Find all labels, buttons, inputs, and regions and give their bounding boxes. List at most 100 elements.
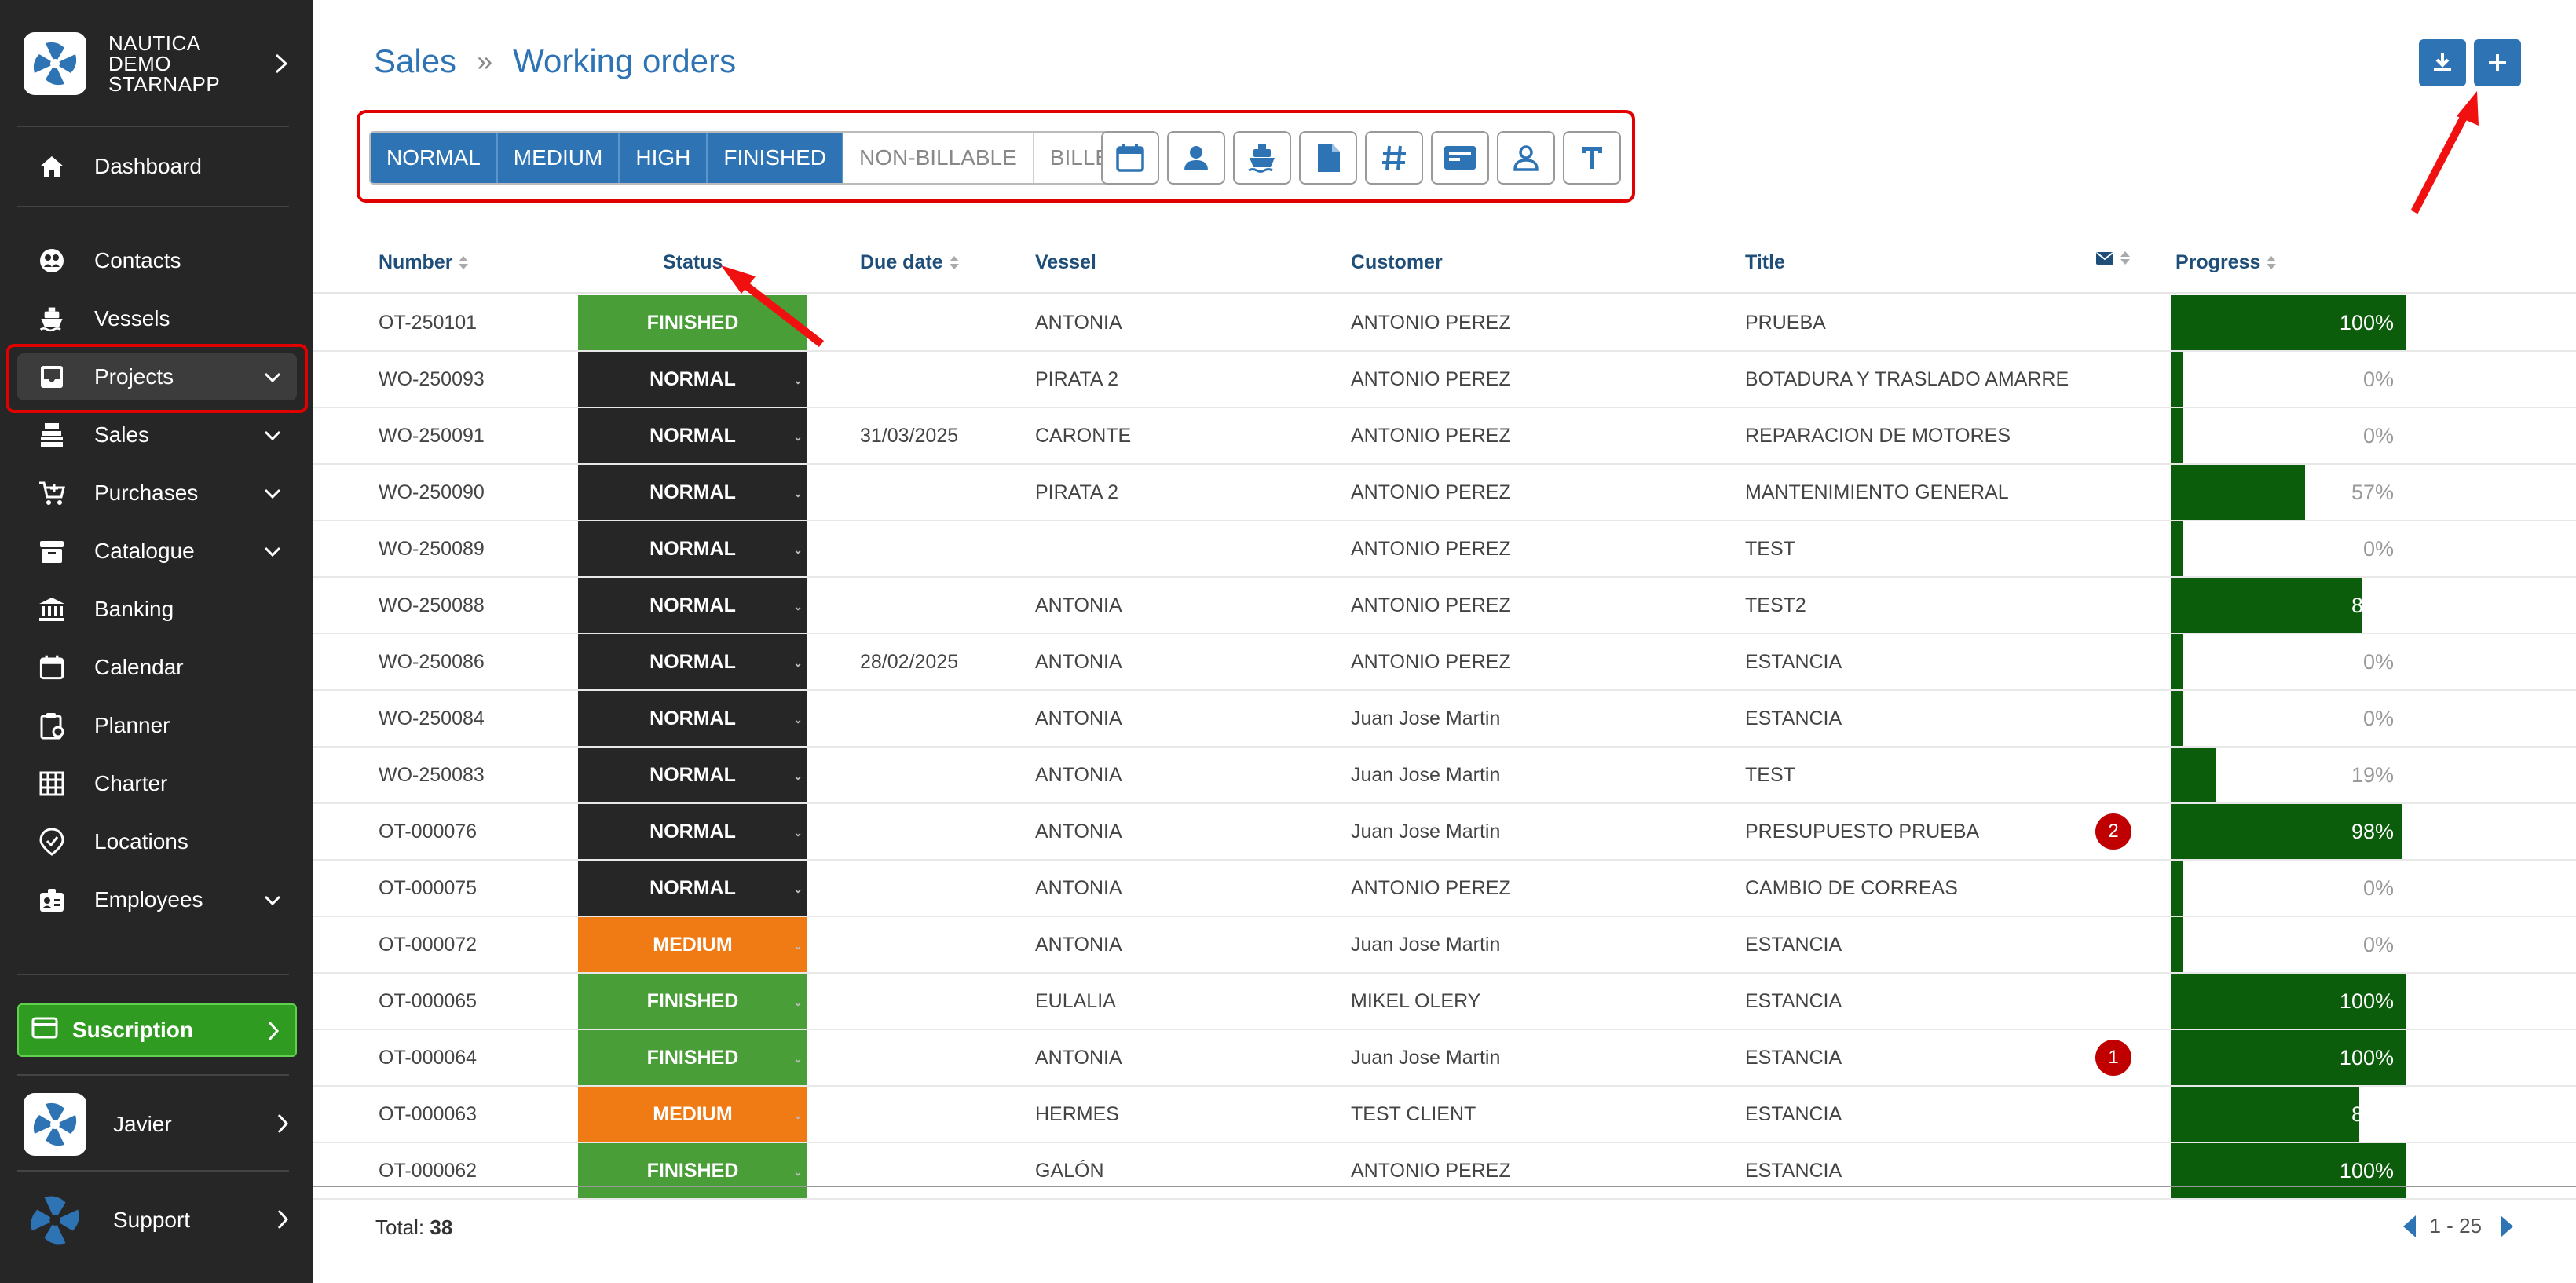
column-number[interactable]: Number — [379, 251, 469, 274]
table-row[interactable]: OT-000076 NORMAL ⌄ ANTONIA Juan Jose Martin P… — [313, 804, 2576, 861]
table-row[interactable]: OT-000065 FINISHED ⌄ EULALIA MIKEL OLERY ESTA… — [313, 974, 2576, 1030]
filter-finished[interactable]: FINISHED — [708, 133, 844, 183]
column-messages[interactable] — [2095, 251, 2130, 265]
status-badge[interactable]: NORMAL ⌄ — [578, 578, 807, 633]
column-status[interactable]: Status — [663, 251, 723, 274]
chevron-right-icon — [277, 1209, 289, 1230]
status-badge[interactable]: MEDIUM ⌄ — [578, 1087, 807, 1142]
sidebar-item-locations[interactable]: Locations — [17, 818, 297, 865]
cell-vessel: ANTONIA — [1035, 594, 1122, 616]
column-due-date[interactable]: Due date — [860, 251, 959, 274]
company-switcher[interactable]: NAUTICA DEMO STARNAPP — [24, 28, 291, 99]
sidebar-item-charter[interactable]: Charter — [17, 760, 297, 807]
status-badge[interactable]: NORMAL ⌄ — [578, 465, 807, 520]
chevron-down-icon: ⌄ — [793, 713, 803, 726]
cell-title: MANTENIMIENTO GENERAL — [1745, 481, 2009, 503]
prev-page-icon[interactable] — [2402, 1215, 2416, 1237]
highlight-box — [6, 344, 308, 413]
home-icon — [36, 151, 68, 182]
table-row[interactable]: WO-250084 NORMAL ⌄ ANTONIA Juan Jose Martin E… — [313, 691, 2576, 748]
download-button[interactable] — [2419, 39, 2466, 86]
sidebar-item-calendar[interactable]: Calendar — [17, 644, 297, 691]
table-row[interactable]: OT-000064 FINISHED ⌄ ANTONIA Juan Jose Marti… — [313, 1030, 2576, 1087]
filter-person-button[interactable] — [1167, 131, 1225, 185]
cell-title: PRUEBA — [1745, 311, 1826, 334]
filter-normal[interactable]: NORMAL — [371, 133, 498, 183]
cell-vessel: CARONTE — [1035, 424, 1132, 447]
progress-value: 100% — [2339, 310, 2394, 334]
filter-medium[interactable]: MEDIUM — [497, 133, 620, 183]
status-badge[interactable]: NORMAL ⌄ — [578, 691, 807, 746]
sidebar-item-planner[interactable]: Planner — [17, 702, 297, 749]
cell-customer: ANTONIO PEREZ — [1351, 424, 1511, 447]
cell-number: OT-000065 — [379, 989, 478, 1012]
chevron-down-icon: ⌄ — [793, 996, 803, 1008]
table-row[interactable]: WO-250093 NORMAL ⌄ PIRATA 2 ANTONIO PEREZ BOT… — [313, 352, 2576, 408]
sidebar-item-contacts[interactable]: Contacts — [17, 237, 297, 284]
status-badge[interactable]: NORMAL ⌄ — [578, 804, 807, 859]
status-badge[interactable]: FINISHED ⌄ — [578, 1030, 807, 1085]
status-badge[interactable]: NORMAL ⌄ — [578, 748, 807, 802]
chevron-down-icon: ⌄ — [793, 543, 803, 556]
status-badge[interactable]: MEDIUM ⌄ — [578, 917, 807, 972]
user-menu[interactable]: Javier — [24, 1093, 291, 1156]
clipboard-icon — [36, 710, 68, 741]
divider — [17, 206, 289, 207]
sidebar-item-vessels[interactable]: Vessels — [17, 295, 297, 342]
status-badge[interactable]: NORMAL ⌄ — [578, 634, 807, 689]
status-badge[interactable]: FINISHED ⌄ — [578, 974, 807, 1029]
filter-text-button[interactable] — [1563, 131, 1621, 185]
subscription-button[interactable]: Suscription — [17, 1003, 297, 1057]
table-row[interactable]: WO-250088 NORMAL ⌄ ANTONIA ANTONIO PEREZ TEST… — [313, 578, 2576, 634]
progress-value: 0% — [2362, 536, 2394, 561]
status-badge[interactable]: NORMAL ⌄ — [578, 352, 807, 407]
filter-date-button[interactable] — [1101, 131, 1159, 185]
chevron-down-icon: ⌄ — [793, 883, 803, 895]
status-badge[interactable]: NORMAL ⌄ — [578, 408, 807, 463]
table-row[interactable]: WO-250090 NORMAL ⌄ PIRATA 2 ANTONIO PEREZ MAN… — [313, 465, 2576, 521]
progress-bar: 81% — [2171, 578, 2406, 633]
filter-high[interactable]: HIGH — [620, 133, 708, 183]
cell-title: PRESUPUESTO PRUEBA — [1745, 820, 1980, 843]
next-page-icon[interactable] — [2501, 1215, 2513, 1237]
message-count-badge[interactable]: 1 — [2095, 1040, 2131, 1076]
sidebar-item-sales[interactable]: Sales — [17, 411, 297, 459]
table-row[interactable]: OT-000072 MEDIUM ⌄ ANTONIA Juan Jose Martin E… — [313, 917, 2576, 974]
status-badge[interactable]: FINISHED — [578, 295, 807, 350]
message-count-badge[interactable]: 2 — [2095, 813, 2131, 850]
table-row[interactable]: WO-250086 NORMAL ⌄ 28/02/2025 ANTONIA ANTONIO… — [313, 634, 2576, 691]
progress-number: 81 — [2351, 593, 2375, 617]
column-vessel[interactable]: Vessel — [1035, 251, 1096, 274]
status-badge[interactable]: NORMAL ⌄ — [578, 861, 807, 916]
sidebar-item-label: Contacts — [94, 248, 181, 272]
sidebar-item-catalogue[interactable]: Catalogue — [17, 528, 297, 575]
column-progress[interactable]: Progress — [2175, 251, 2277, 274]
table-row[interactable]: WO-250089 NORMAL ⌄ ANTONIO PEREZ TEST 0% — [313, 521, 2576, 578]
column-title[interactable]: Title — [1745, 251, 1785, 274]
add-button[interactable] — [2474, 39, 2521, 86]
filter-non-billable[interactable]: NON-BILLABLE — [843, 133, 1034, 183]
sidebar-item-employees[interactable]: Employees — [17, 876, 297, 923]
status-label: NORMAL — [649, 537, 736, 560]
sidebar-item-dashboard[interactable]: Dashboard — [17, 143, 297, 190]
pagination: 1 - 25 — [2402, 1214, 2513, 1238]
status-label: NORMAL — [649, 367, 736, 390]
breadcrumb-root[interactable]: Sales — [374, 42, 456, 80]
filter-user-button[interactable] — [1497, 131, 1555, 185]
filter-document-button[interactable] — [1299, 131, 1357, 185]
table-row[interactable]: WO-250091 NORMAL ⌄ 31/03/2025 CARONTE ANTONIO… — [313, 408, 2576, 465]
column-customer[interactable]: Customer — [1351, 251, 1443, 274]
table-row[interactable]: OT-000063 MEDIUM ⌄ HERMES TEST CLIENT ESTANCI… — [313, 1087, 2576, 1143]
filter-number-button[interactable] — [1365, 131, 1423, 185]
sidebar-item-purchases[interactable]: Purchases — [17, 470, 297, 517]
filter-card-button[interactable] — [1431, 131, 1489, 185]
table-row[interactable]: OT-000075 NORMAL ⌄ ANTONIA ANTONIO PEREZ CAMB… — [313, 861, 2576, 917]
sidebar-item-banking[interactable]: Banking — [17, 586, 297, 633]
filter-vessel-button[interactable] — [1233, 131, 1291, 185]
progress-fill — [2171, 917, 2183, 972]
support-link[interactable]: Support — [24, 1189, 291, 1252]
status-badge[interactable]: NORMAL ⌄ — [578, 521, 807, 576]
cell-title: CAMBIO DE CORREAS — [1745, 876, 1958, 899]
table-row[interactable]: WO-250083 NORMAL ⌄ ANTONIA Juan Jose Martin T… — [313, 748, 2576, 804]
table-row[interactable]: OT-250101 FINISHED ANTONIA ANTONIO PEREZ PRU… — [313, 295, 2576, 352]
